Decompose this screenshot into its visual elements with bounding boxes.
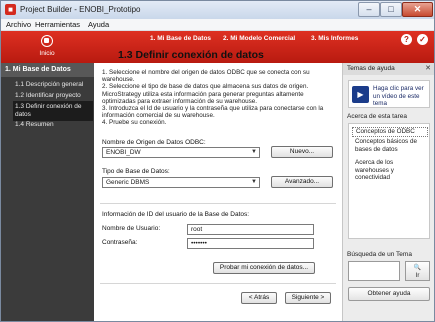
window-title: Project Builder - ENOBI_Prototipo [20, 5, 141, 14]
sidebar: 1. Mi Base de Datos 1.1 Descripción gene… [1, 63, 94, 321]
sidebar-item-data-connection[interactable]: 1.3 Definir conexión de datos [13, 101, 93, 121]
odbc-select[interactable]: ENOBI_DW ▼ [102, 147, 260, 158]
next-button[interactable]: Siguiente > [285, 292, 331, 304]
home-button[interactable]: Inicio [1, 31, 93, 63]
search-icon: 🔍 [413, 265, 422, 271]
chevron-down-icon: ▼ [251, 179, 257, 185]
topic-warehouses[interactable]: Acerca de los warehouses y conectividad [355, 159, 427, 182]
back-button[interactable]: < Atrás [241, 292, 277, 304]
test-connection-button[interactable]: Probar mi conexión de datos... [213, 262, 315, 274]
maximize-button[interactable]: □ [380, 2, 402, 17]
instruction-2: 2. Seleccione el tipo de base de datos q… [102, 83, 309, 105]
sidebar-section-title: 1. Mi Base de Datos [1, 63, 94, 77]
settings-icon[interactable]: ✓ [417, 34, 428, 45]
topic-search-input[interactable] [348, 261, 400, 281]
password-field[interactable]: ••••••• [187, 238, 314, 249]
close-button[interactable]: ✕ [402, 2, 433, 17]
menu-archivo[interactable]: Archivo [6, 20, 31, 29]
odbc-value: ENOBI_DW [106, 149, 141, 156]
title-bar: ■ Project Builder - ENOBI_Prototipo – □ … [1, 1, 434, 19]
menu-bar: Archivo Herramientas Ayuda [1, 19, 434, 31]
application-window: ■ Project Builder - ENOBI_Prototipo – □ … [0, 0, 435, 322]
step-tab-business-model[interactable]: 2. Mi Modelo Comercial [223, 35, 295, 42]
home-icon [41, 35, 53, 47]
topic-list: Conceptos de ODBC Conceptos básicos de b… [348, 123, 430, 239]
close-icon[interactable]: ✕ [425, 64, 431, 72]
new-dsn-button[interactable]: Nuevo... [271, 146, 333, 158]
username-label: Nombre de Usuario: [102, 225, 161, 232]
sidebar-item-identify-project[interactable]: 1.2 Identificar proyecto [15, 92, 81, 99]
home-label: Inicio [39, 50, 55, 57]
user-info-label: Información de ID del usuario de la Base… [102, 211, 250, 218]
instruction-4: 4. Pruebe su conexión. [102, 119, 167, 127]
sidebar-item-overview[interactable]: 1.1 Descripción general [15, 81, 83, 88]
dbtype-label: Tipo de Base de Datos: [102, 168, 170, 175]
topic-db-basics[interactable]: Conceptos básicos de bases de datos [355, 138, 427, 153]
help-panel-header: Temas de ayuda ✕ [343, 63, 434, 75]
help-panel-title: Temas de ayuda [347, 65, 395, 72]
instruction-3: 3. Introduzca el Id de usuario y la cont… [102, 105, 324, 120]
topic-odbc[interactable]: Conceptos de ODBC [352, 127, 428, 137]
dbtype-value: Generic DBMS [106, 179, 150, 186]
username-field[interactable]: root [187, 224, 314, 235]
minimize-button[interactable]: – [358, 2, 380, 17]
help-panel: Temas de ayuda ✕ ▶ Haga clic para ver un… [342, 63, 434, 321]
advanced-button[interactable]: Avanzado... [271, 176, 333, 188]
video-link-text: Haga clic para ver un vídeo de este tema [373, 85, 424, 107]
search-title: Búsqueda de un Tema [347, 251, 412, 258]
odbc-label: Nombre de Origen de Datos ODBC: [102, 139, 206, 146]
about-task-title: Acerca de esta tarea [347, 113, 407, 120]
dbtype-select[interactable]: Generic DBMS ▼ [102, 177, 260, 188]
menu-herramientas[interactable]: Herramientas [35, 20, 80, 29]
app-icon: ■ [5, 4, 16, 15]
search-go-label: Ir [415, 273, 420, 279]
chevron-down-icon: ▼ [251, 149, 257, 155]
instruction-1: 1. Seleccione el nombre del origen de da… [102, 69, 310, 84]
video-link[interactable]: ▶ Haga clic para ver un vídeo de este te… [348, 80, 430, 108]
video-icon: ▶ [352, 86, 369, 103]
menu-ayuda[interactable]: Ayuda [88, 20, 109, 29]
step-tab-reports[interactable]: 3. Mis Informes [311, 35, 358, 42]
instructions: 1. Seleccione el nombre del origen de da… [102, 69, 338, 127]
help-icon[interactable]: ? [401, 34, 412, 45]
sidebar-item-summary[interactable]: 1.4 Resumen [15, 121, 54, 128]
main-panel: 1.3 Definir conexión de datos 1. Selecci… [94, 49, 342, 321]
password-label: Contraseña: [102, 239, 138, 246]
get-help-button[interactable]: Obtener ayuda [348, 287, 430, 301]
divider [100, 283, 336, 284]
search-go-button[interactable]: 🔍 Ir [405, 261, 430, 281]
step-tab-database[interactable]: 1. Mi Base de Datos [150, 35, 211, 42]
page-title: 1.3 Definir conexión de datos [118, 49, 264, 61]
divider [100, 203, 336, 204]
